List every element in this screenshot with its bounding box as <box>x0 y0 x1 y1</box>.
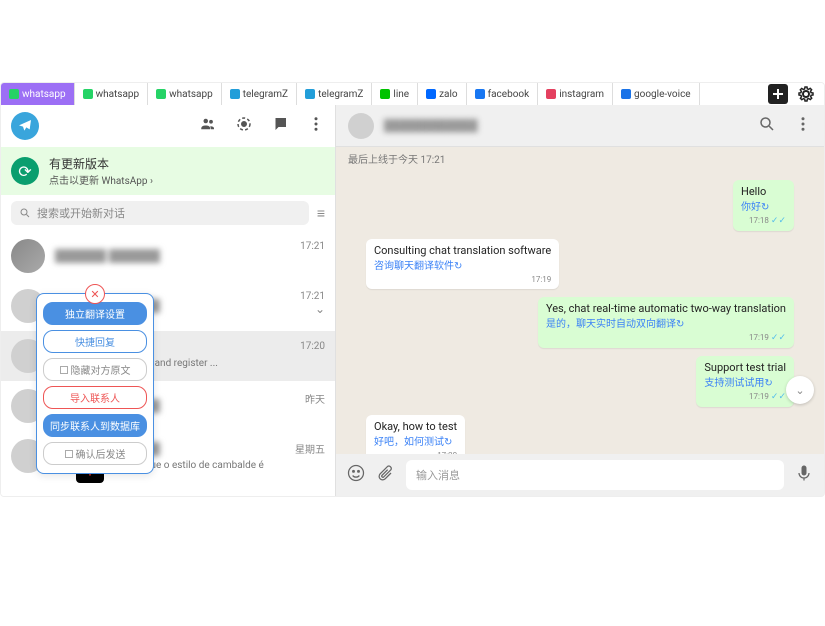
message-translation: 支持测试试用↻ <box>704 374 786 389</box>
message-time: 17:20 <box>437 451 457 454</box>
search-icon[interactable] <box>758 115 776 137</box>
popup-sync-db[interactable]: 同步联系人到数据库 <box>43 414 147 437</box>
message-text: Hello <box>741 185 786 198</box>
update-title: 有更新版本 <box>49 155 153 172</box>
message-translation: 是的，聊天实时自动双向翻译↻ <box>546 315 786 330</box>
menu-icon[interactable] <box>794 115 812 137</box>
search-input[interactable]: 搜索或开始新对话 <box>11 201 309 225</box>
chat-time: 昨天 <box>305 391 325 406</box>
message-out[interactable]: Yes, chat real-time automatic two-way tr… <box>538 297 794 348</box>
popup-import-contacts[interactable]: 导入联系人 <box>43 386 147 409</box>
message-translation: 你好↻ <box>741 198 786 213</box>
read-tick-icon: ✓✓ <box>771 216 786 226</box>
groups-icon[interactable] <box>199 115 217 137</box>
message-time: 17:19 ✓✓ <box>749 333 786 343</box>
message-time: 17:18 ✓✓ <box>749 216 786 226</box>
whatsapp-icon <box>9 89 19 99</box>
popup-confirm-send[interactable]: 确认后发送 <box>43 442 147 465</box>
message-out[interactable]: Support test trial支持测试试用↻ 17:19 ✓✓ <box>696 356 794 407</box>
avatar[interactable] <box>348 113 374 139</box>
read-tick-icon: ✓✓ <box>771 392 786 402</box>
sidebar: ⟳ 有更新版本 点击以更新 WhatsApp › 搜索或开始新对话 ≡ ████… <box>1 105 336 496</box>
tab-telegramZ[interactable]: telegramZ <box>297 83 372 105</box>
app-logo <box>11 112 39 140</box>
chat-row[interactable]: ██████ ██████ 17:21 <box>1 231 335 281</box>
message-input[interactable]: 输入消息 <box>406 460 784 490</box>
google-voice-icon <box>621 89 631 99</box>
message-text: Okay, how to test <box>374 420 457 433</box>
tab-whatsapp[interactable]: whatsapp <box>148 83 222 105</box>
tab-whatsapp[interactable]: whatsapp <box>75 83 149 105</box>
read-tick-icon: ✓✓ <box>771 333 786 343</box>
message-in[interactable]: Consulting chat translation software咨询聊天… <box>366 239 559 289</box>
menu-icon[interactable] <box>307 115 325 137</box>
conversation-header: ████████████ <box>336 105 824 147</box>
message-text: Support test trial <box>704 361 786 374</box>
tab-telegramZ[interactable]: telegramZ <box>222 83 297 105</box>
message-translation: 咨询聊天翻译软件↻ <box>374 257 551 272</box>
chat-time: 17:21 <box>300 241 325 252</box>
avatar <box>11 239 45 273</box>
tab-instagram[interactable]: instagram <box>538 83 613 105</box>
status-icon[interactable] <box>235 115 253 137</box>
conversation-panel: ████████████ 最后上线于今天 17:21 Hello你好↻ 17:18… <box>336 105 824 496</box>
tab-google-voice[interactable]: google-voice <box>613 83 700 105</box>
tab-bar: whatsappwhatsappwhatsapptelegramZtelegra… <box>1 83 824 105</box>
whatsapp-icon <box>83 89 93 99</box>
message-in[interactable]: Okay, how to test好吧，如何测试↻ 17:20 <box>366 415 465 454</box>
message-out[interactable]: Hello你好↻ 17:18 ✓✓ <box>733 180 794 231</box>
popup-hide-source[interactable]: 隐藏对方原文 <box>43 358 147 381</box>
tab-line[interactable]: line <box>372 83 418 105</box>
message-text: Consulting chat translation software <box>374 244 551 257</box>
chat-name: ██████ ██████ <box>55 249 290 263</box>
settings-gear-icon[interactable] <box>796 84 816 104</box>
last-seen: 最后上线于今天 17:21 <box>336 147 824 170</box>
update-banner[interactable]: ⟳ 有更新版本 点击以更新 WhatsApp › <box>1 147 335 195</box>
composer: 输入消息 <box>336 454 824 496</box>
message-text: Yes, chat real-time automatic two-way tr… <box>546 302 786 315</box>
contact-name-blurred: ████████████ <box>384 119 478 132</box>
message-time: 17:19 <box>531 275 551 284</box>
mic-icon[interactable] <box>794 463 814 487</box>
new-chat-icon[interactable] <box>271 115 289 137</box>
message-translation: 好吧，如何测试↻ <box>374 433 457 448</box>
tab-facebook[interactable]: facebook <box>467 83 539 105</box>
add-tab-button[interactable] <box>768 84 788 104</box>
refresh-icon: ⟳ <box>11 157 39 185</box>
instagram-icon <box>546 89 556 99</box>
popup-translate-settings[interactable]: 独立翻译设置 <box>43 302 147 325</box>
close-icon[interactable]: ✕ <box>85 284 105 304</box>
tab-whatsapp[interactable]: whatsapp <box>1 83 75 105</box>
popup-quick-reply[interactable]: 快捷回复 <box>43 330 147 353</box>
tab-zalo[interactable]: zalo <box>418 83 467 105</box>
zalo-icon <box>426 89 436 99</box>
telegramZ-icon <box>230 89 240 99</box>
emoji-icon[interactable] <box>346 463 366 487</box>
message-list: Hello你好↻ 17:18 ✓✓ Consulting chat translat… <box>336 170 824 454</box>
telegramZ-icon <box>305 89 315 99</box>
chat-time: 17:21⌄ <box>300 291 325 316</box>
attach-icon[interactable] <box>376 463 396 487</box>
chat-time: 星期五 <box>295 441 325 456</box>
whatsapp-icon <box>156 89 166 99</box>
context-popup: ✕ 独立翻译设置 快捷回复 隐藏对方原文 导入联系人 同步联系人到数据库 确认后… <box>36 293 154 474</box>
search-icon <box>19 207 31 219</box>
message-time: 17:19 ✓✓ <box>749 392 786 402</box>
line-icon <box>380 89 390 99</box>
filter-icon[interactable]: ≡ <box>317 205 325 222</box>
update-sub: 点击以更新 WhatsApp <box>49 176 148 187</box>
chat-time: 17:20 <box>300 341 325 352</box>
scroll-down-button[interactable]: ⌄ <box>786 376 814 404</box>
facebook-icon <box>475 89 485 99</box>
